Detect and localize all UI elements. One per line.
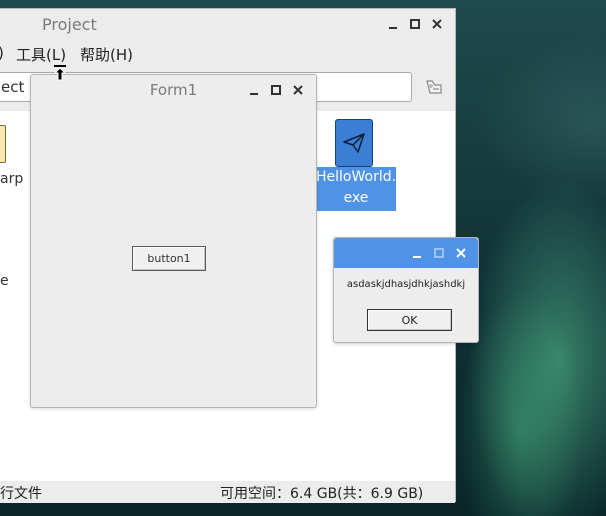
menubar: ) 工具(L) 帮助(H) bbox=[0, 39, 455, 67]
file-manager-titlebar[interactable]: Project bbox=[0, 9, 455, 39]
file-label[interactable]: arp bbox=[0, 171, 23, 187]
form1-window-controls bbox=[243, 75, 309, 105]
exe-label-line1: HelloWorld. bbox=[316, 169, 397, 185]
file-icon[interactable] bbox=[0, 125, 6, 163]
menu-item-partial[interactable]: ) bbox=[0, 44, 4, 62]
close-icon bbox=[432, 19, 442, 29]
exe-file-label[interactable]: HelloWorld. exe bbox=[316, 167, 396, 211]
exe-file-icon[interactable] bbox=[335, 119, 373, 167]
maximize-icon bbox=[271, 85, 281, 95]
menu-item-help[interactable]: 帮助(H) bbox=[80, 44, 133, 65]
close-button[interactable] bbox=[426, 13, 448, 35]
exe-label-line2: exe bbox=[343, 190, 369, 206]
status-left: 行文件 bbox=[0, 486, 42, 502]
message-box-titlebar[interactable] bbox=[334, 238, 478, 268]
minimize-button[interactable] bbox=[243, 79, 265, 101]
message-text: asdaskjdhasjdhkjashdkj bbox=[346, 279, 466, 290]
path-text: ect bbox=[1, 78, 25, 96]
menu-item-tools[interactable]: 工具(L) bbox=[16, 44, 66, 65]
button1[interactable]: button1 bbox=[132, 246, 206, 271]
minimize-icon bbox=[413, 256, 421, 258]
maximize-icon bbox=[434, 248, 444, 258]
maximize-icon bbox=[410, 19, 420, 29]
form1-titlebar[interactable]: Form1 bbox=[31, 75, 316, 105]
close-icon bbox=[293, 85, 303, 95]
message-box-controls bbox=[406, 238, 472, 268]
status-bar: 行文件 可用空间：6.4 GB(共：6.9 GB) bbox=[0, 481, 455, 503]
file-label[interactable]: e bbox=[0, 273, 9, 289]
window-title: Project bbox=[42, 15, 97, 34]
ok-button[interactable]: OK bbox=[367, 309, 452, 331]
message-box: asdaskjdhasjdhkjashdkj OK bbox=[333, 237, 479, 343]
maximize-button[interactable] bbox=[265, 79, 287, 101]
resize-cursor-icon bbox=[53, 65, 67, 81]
go-icon[interactable] bbox=[422, 75, 446, 99]
maximize-button[interactable] bbox=[404, 13, 426, 35]
minimize-button[interactable] bbox=[382, 13, 404, 35]
close-button[interactable] bbox=[450, 242, 472, 264]
minimize-icon bbox=[250, 93, 258, 95]
close-button[interactable] bbox=[287, 79, 309, 101]
form1-window: Form1 button1 bbox=[30, 74, 317, 408]
status-free-space: 可用空间：6.4 GB(共：6.9 GB) bbox=[220, 486, 424, 502]
minimize-icon bbox=[389, 27, 397, 29]
window-controls bbox=[382, 9, 448, 39]
minimize-button[interactable] bbox=[406, 242, 428, 264]
close-icon bbox=[456, 248, 466, 258]
paper-plane-icon bbox=[343, 133, 365, 153]
maximize-button[interactable] bbox=[428, 242, 450, 264]
